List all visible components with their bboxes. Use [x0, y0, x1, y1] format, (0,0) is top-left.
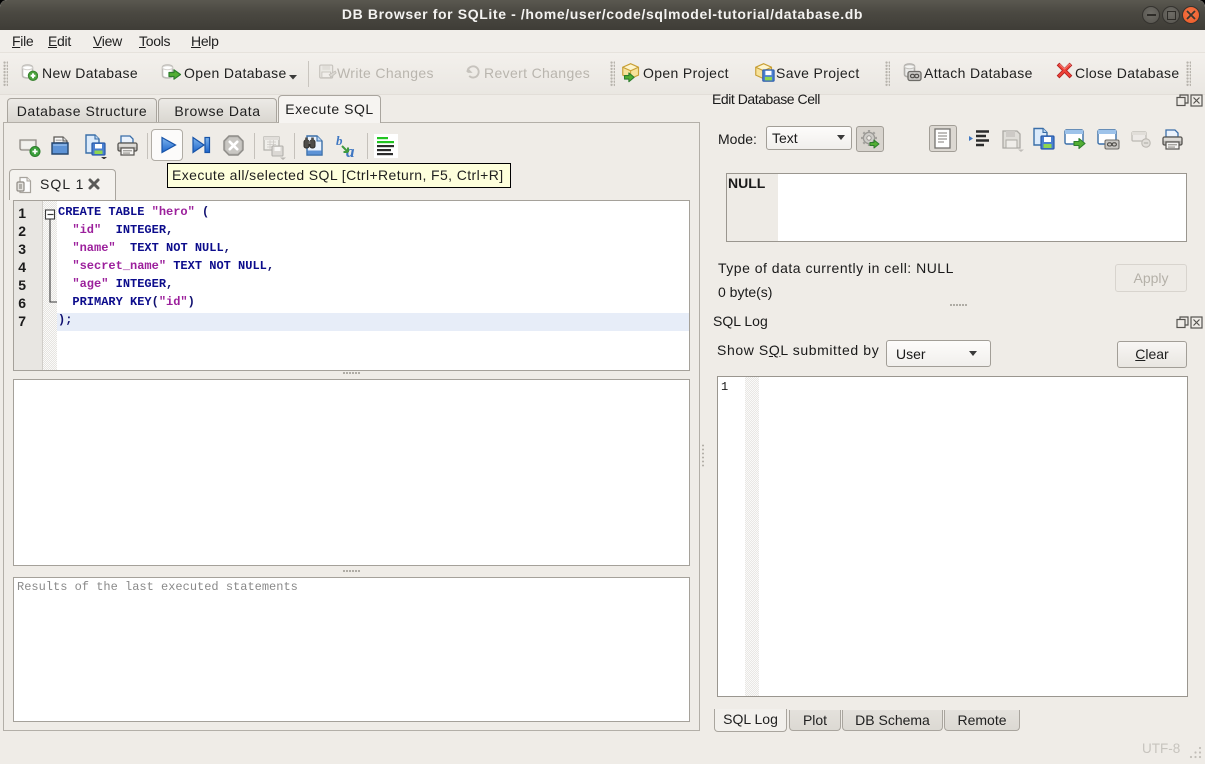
- svg-text:b: b: [336, 133, 343, 148]
